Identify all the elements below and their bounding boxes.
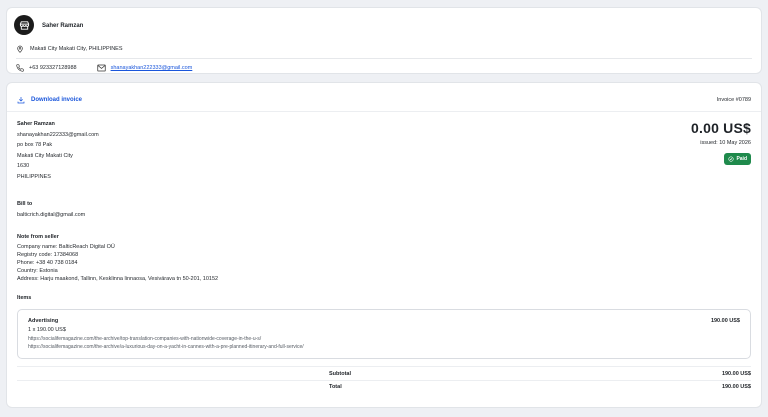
line-item-link: https://socialifemagazine.com/the-archiv… [28, 344, 304, 350]
seller-location: Makati City Makati City, PHILIPPINES [30, 46, 123, 52]
seller-note-block: Note from seller Company name: BalticRea… [17, 233, 218, 284]
sender-country: PHILIPPINES [17, 173, 51, 180]
seller-note-heading: Note from seller [17, 234, 59, 240]
totals-divider [17, 380, 751, 381]
sender-name: Saher Ramzan [17, 121, 55, 127]
totals-divider [17, 366, 751, 367]
seller-divider [16, 58, 752, 59]
seller-location-row: Makati City Makati City, PHILIPPINES [16, 45, 123, 53]
items-heading: Items [17, 295, 32, 301]
seller-note-line: Address: Harju maakond, Tallinn, Kesklin… [17, 276, 219, 283]
seller-phone: +63 9233271289​88 [29, 65, 77, 71]
mail-icon [96, 64, 106, 72]
status-badge-label: Paid [736, 156, 747, 162]
line-item-link: https://socialifemagazine.com/the-archiv… [28, 336, 262, 342]
invoice-amount: 0.00 US$ [691, 120, 751, 136]
sender-address-block: Saher Ramzan shanayakhan222333@gmail.com… [17, 119, 99, 183]
line-item-price: 190.00 US$ [710, 318, 740, 324]
seller-contact-row: +63 9233271289​88 shanayakhan222333@gmai… [16, 64, 192, 72]
line-item-name: Advertising [28, 318, 59, 324]
status-badge: Paid [724, 153, 751, 165]
subtotal-label: Subtotal [329, 371, 351, 377]
line-item-description: https://socialifemagazine.com/the-archiv… [28, 335, 304, 351]
location-pin-icon [17, 45, 23, 53]
seller-note-line: Company name: BalticReach Digital OÜ [17, 244, 115, 251]
bill-to-block: Bill to balticrich.digital@gmail.com [17, 199, 85, 220]
download-invoice-button[interactable]: Download invoice [17, 96, 82, 104]
invoice-issued-date: issued: 10 May 2026 [700, 140, 751, 146]
sender-city: Makati City Makati City [17, 152, 73, 159]
phone-icon [16, 64, 24, 72]
check-circle-icon [728, 156, 734, 162]
seller-note-line: Phone: +38 40 738 0184 [17, 260, 78, 267]
invoice-number: Invoice #0789 [716, 97, 751, 103]
invoice-header-divider [7, 111, 761, 112]
sender-email: shanayakhan222333@gmail.com [17, 131, 99, 138]
sender-address-line: po box 78 Pak [17, 142, 53, 149]
bill-to-heading: Bill to [17, 201, 33, 207]
seller-note-line: Country: Estonia [17, 268, 58, 275]
seller-name: Saher Ramzan [42, 23, 84, 29]
seller-note-line: Registry code: 17384068 [17, 252, 79, 259]
bill-to-email: balticrich.digital@gmail.com [17, 211, 86, 218]
store-icon [19, 20, 29, 30]
invoice-card: Download invoice Invoice #0789 Saher Ram… [6, 82, 762, 408]
subtotal-value: 190.00 US$ [721, 371, 751, 377]
download-icon [17, 97, 25, 104]
sender-zip: 1630 [17, 163, 30, 170]
seller-email-link[interactable]: shanayakhan222333@gmail.com [111, 65, 193, 71]
line-item-quantity: 1 x 190.00 US$ [28, 327, 66, 333]
download-invoice-label: Download invoice [31, 97, 83, 103]
seller-card: Saher Ramzan Makati City Makati City, PH… [6, 7, 762, 74]
store-avatar [14, 15, 34, 35]
total-value: 190.00 US$ [721, 384, 751, 390]
line-item: Advertising 190.00 US$ 1 x 190.00 US$ ht… [17, 309, 751, 359]
total-label: Total [329, 384, 342, 390]
